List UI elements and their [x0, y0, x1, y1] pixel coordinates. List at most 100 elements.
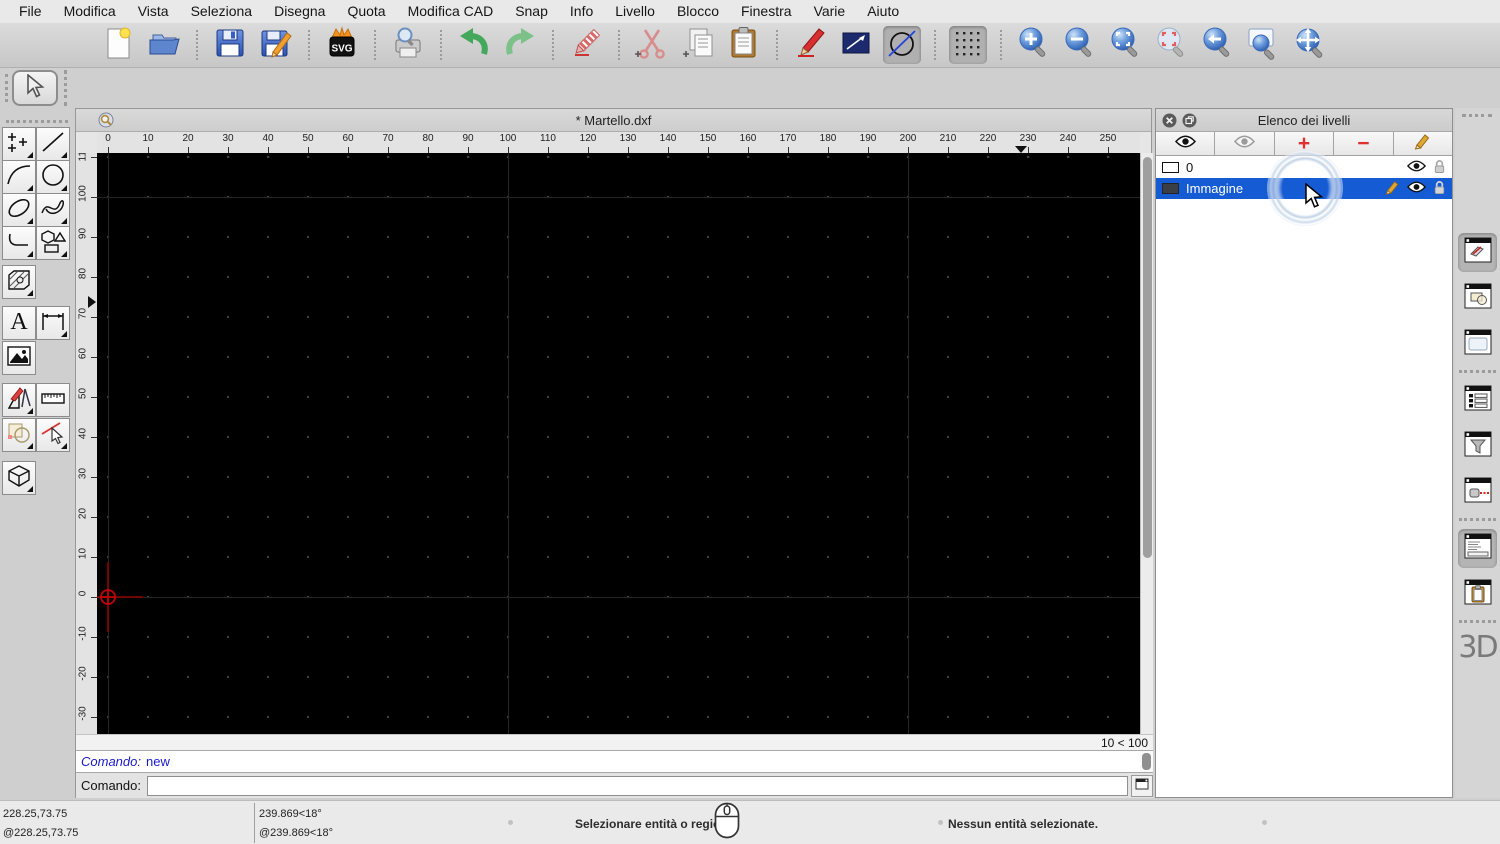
- zoom-selection-button[interactable]: [1153, 26, 1191, 64]
- paste-button[interactable]: [725, 26, 763, 64]
- menu-item-livello[interactable]: Livello: [604, 0, 666, 23]
- history-scrollbar[interactable]: [1140, 751, 1153, 772]
- undo-button[interactable]: [455, 26, 493, 64]
- redo-button[interactable]: [501, 26, 539, 64]
- ellipse-tool-button[interactable]: [2, 193, 36, 227]
- save-as-button[interactable]: [257, 26, 295, 64]
- command-line-icon: [1464, 533, 1492, 564]
- zoom-out-button[interactable]: [1061, 26, 1099, 64]
- menu-item-vista[interactable]: Vista: [127, 0, 180, 23]
- solid-3d-tool-button[interactable]: [2, 461, 36, 495]
- auto-zoom-button[interactable]: [1107, 26, 1145, 64]
- erase-button[interactable]: [567, 26, 605, 64]
- previous-view-button[interactable]: [1199, 26, 1237, 64]
- toolbar-drag-handle[interactable]: [64, 70, 67, 106]
- command-prompt-label: Comando:: [81, 778, 141, 793]
- line-properties-button[interactable]: [837, 26, 875, 64]
- menu-item-finestra[interactable]: Finestra: [730, 0, 803, 23]
- menu-item-snap[interactable]: Snap: [504, 0, 559, 23]
- hide-all-layers-button[interactable]: [1215, 132, 1275, 156]
- circle-tool-button[interactable]: [36, 160, 70, 194]
- property-editor-toggle[interactable]: [1458, 233, 1497, 272]
- save-button[interactable]: [211, 26, 249, 64]
- zoom-in-button[interactable]: [1015, 26, 1053, 64]
- pointer-tool-toggle[interactable]: [1458, 473, 1497, 512]
- shapes-tool-button[interactable]: [36, 226, 70, 260]
- points-tool-button[interactable]: [2, 127, 36, 161]
- zoom-window-icon: [1246, 25, 1282, 66]
- view-list-toggle[interactable]: [1458, 381, 1497, 420]
- polyline-tool-button[interactable]: [2, 226, 36, 260]
- measure-tool-button[interactable]: [36, 383, 70, 417]
- edit-layer-button[interactable]: [1393, 132, 1453, 156]
- selection-pointer-button[interactable]: [12, 70, 58, 106]
- construction-mode-button[interactable]: [883, 26, 921, 64]
- scrollbar-thumb[interactable]: [1143, 157, 1152, 558]
- menu-item-file[interactable]: File: [8, 0, 53, 23]
- image-tool-button[interactable]: [2, 341, 36, 375]
- palette-drag-handle[interactable]: [6, 120, 68, 123]
- menu-item-disegna[interactable]: Disegna: [263, 0, 336, 23]
- undock-panel-icon[interactable]: [1182, 113, 1197, 131]
- scrollbar-thumb[interactable]: [1142, 753, 1151, 770]
- layer-row-0[interactable]: 0: [1156, 157, 1452, 178]
- circle-icon: [40, 162, 66, 193]
- grid-toggle-button[interactable]: [949, 26, 987, 64]
- drawing-canvas[interactable]: [97, 153, 1140, 734]
- layer-visible-eye-icon[interactable]: [1406, 160, 1427, 175]
- copy-button[interactable]: [679, 26, 717, 64]
- points-icon: [6, 129, 32, 160]
- dimension-tool-button[interactable]: [36, 306, 70, 340]
- show-all-layers-button[interactable]: [1156, 132, 1216, 156]
- command-line-toggle[interactable]: [1458, 529, 1497, 568]
- spline-tool-button[interactable]: [36, 193, 70, 227]
- selection-filter-toggle[interactable]: [1458, 427, 1497, 466]
- pan-button[interactable]: [1291, 26, 1329, 64]
- zoom-window-button[interactable]: [1245, 26, 1283, 64]
- dock-drag-handle[interactable]: [1462, 114, 1492, 117]
- line-tool-button[interactable]: [36, 127, 70, 161]
- new-file-button[interactable]: [99, 26, 137, 64]
- arc-tool-button[interactable]: [2, 160, 36, 194]
- menu-item-aiuto[interactable]: Aiuto: [856, 0, 910, 23]
- print-preview-button[interactable]: [389, 26, 427, 64]
- export-svg-button[interactable]: SVG: [323, 25, 361, 64]
- library-browser-toggle[interactable]: [1458, 325, 1497, 364]
- menu-item-modifica[interactable]: Modifica: [53, 0, 127, 23]
- layer-color-swatch[interactable]: [1162, 162, 1179, 173]
- command-input[interactable]: [146, 775, 1129, 796]
- polyline-icon: [6, 228, 32, 259]
- toolbar-drag-handle[interactable]: [5, 74, 8, 102]
- detach-command-button[interactable]: [1131, 774, 1153, 797]
- menu-item-modifica-cad[interactable]: Modifica CAD: [397, 0, 505, 23]
- open-file-button[interactable]: [145, 26, 183, 64]
- menu-item-varie[interactable]: Varie: [803, 0, 857, 23]
- h-ruler-label: 0: [105, 133, 111, 144]
- remove-layer-button[interactable]: −: [1334, 132, 1394, 156]
- menu-item-seleziona[interactable]: Seleziona: [180, 0, 264, 23]
- trim-tool-button[interactable]: [36, 418, 70, 452]
- grid-status-label: 10 < 100: [1100, 735, 1148, 750]
- layer-edit-pencil-icon[interactable]: [1385, 180, 1400, 198]
- menu-item-blocco[interactable]: Blocco: [666, 0, 730, 23]
- layer-lock-icon[interactable]: [1433, 179, 1446, 198]
- canvas-vertical-scrollbar[interactable]: [1140, 153, 1153, 734]
- relative-polar: @239.869<18°: [259, 827, 333, 839]
- layer-lock-icon[interactable]: [1433, 158, 1446, 177]
- clipboard-panel-toggle[interactable]: [1458, 575, 1497, 614]
- cut-button[interactable]: [633, 26, 671, 64]
- edit-pencil-button[interactable]: [791, 26, 829, 64]
- layer-color-swatch[interactable]: [1162, 183, 1179, 194]
- block-list-toggle[interactable]: [1458, 279, 1497, 318]
- explode-tool-button[interactable]: [2, 418, 36, 452]
- menu-item-quota[interactable]: Quota: [336, 0, 396, 23]
- layer-visible-eye-icon[interactable]: [1406, 181, 1427, 196]
- add-layer-button[interactable]: +: [1274, 132, 1335, 156]
- text-tool-button[interactable]: A: [2, 306, 36, 340]
- hatch-tool-button[interactable]: [2, 265, 36, 299]
- line-properties-icon: [839, 26, 873, 65]
- modify-tool-button[interactable]: [2, 383, 36, 417]
- menu-item-info[interactable]: Info: [559, 0, 604, 23]
- close-panel-icon[interactable]: [1162, 113, 1177, 131]
- view-3d-toggle[interactable]: 3D: [1455, 630, 1500, 665]
